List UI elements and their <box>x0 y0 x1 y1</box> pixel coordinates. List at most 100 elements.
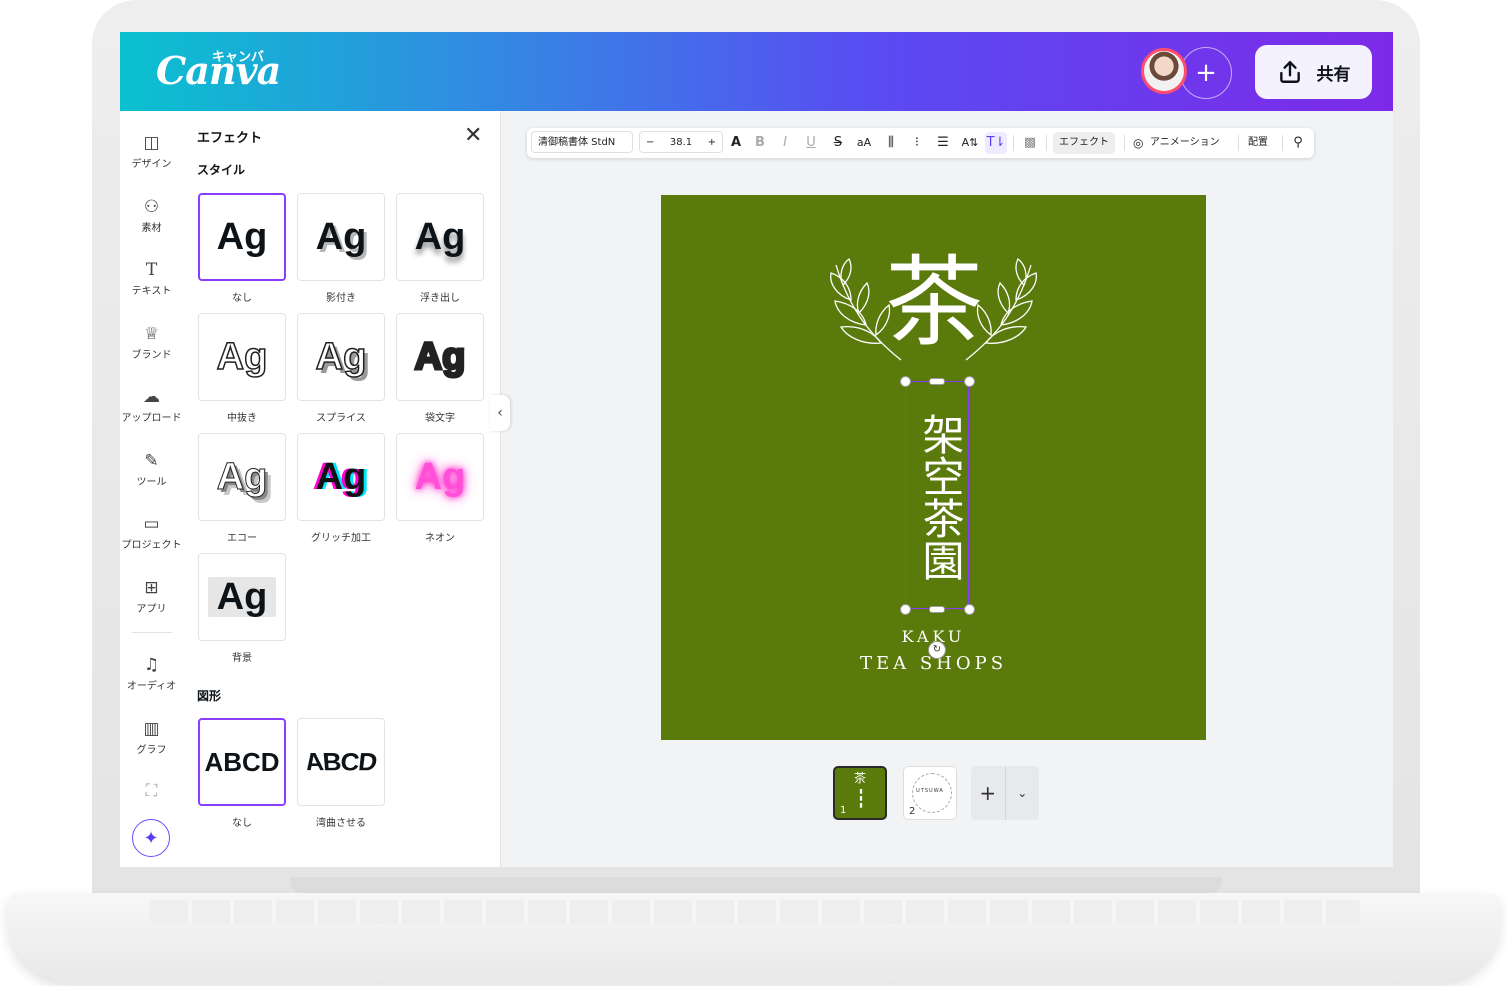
collapse-panel-chevron-icon[interactable]: ‹ <box>490 395 510 431</box>
style-tile-splice[interactable]: Ag <box>297 313 385 401</box>
shape-tile-none[interactable]: ABCD <box>198 718 286 806</box>
size-plus-button[interactable]: + <box>708 132 716 152</box>
audio-icon: ♫ <box>143 655 160 675</box>
style-tile-shadow[interactable]: Ag <box>297 193 385 281</box>
spacing-icon[interactable]: ☰ <box>932 128 954 158</box>
style-tile-glitch[interactable]: Ag <box>297 433 385 521</box>
resize-handle[interactable] <box>964 376 975 387</box>
vertical-text-icon[interactable]: A⇅ <box>959 128 981 158</box>
add-page-plus-icon[interactable]: + <box>971 766 1005 820</box>
style-label: 影付き <box>326 293 356 304</box>
list-icon[interactable]: ⁝ <box>906 128 928 158</box>
font-size-value[interactable]: 38.1 <box>670 132 692 152</box>
italic-icon[interactable]: I <box>774 128 796 158</box>
page-2-preview: UTSUWA <box>916 788 944 794</box>
font-select[interactable]: 清御稿書体 StdN <box>531 131 633 153</box>
page-1-preview: 茶 <box>853 771 866 785</box>
page-thumbnail-1[interactable]: 茶 ▮ ▮ ▮ 1 <box>833 766 887 820</box>
magic-sparkle-icon[interactable]: ✦ <box>132 819 170 857</box>
rail-label: ツール <box>136 477 167 488</box>
style-label: エコー <box>227 533 257 544</box>
left-rail: ◫ デザイン ⚇ 素材 T テキスト ♕ ブランド ☁ アップロード ✎ ツール… <box>120 111 184 867</box>
resize-handle-bottom[interactable] <box>929 606 945 613</box>
text-direction-icon[interactable]: T⇂ <box>985 132 1007 154</box>
resize-handle[interactable] <box>900 604 911 615</box>
style-tile-background[interactable]: Ag <box>198 553 286 641</box>
copy-style-icon[interactable]: ⚲ <box>1287 128 1309 158</box>
align-icon[interactable]: ⫼ <box>880 128 902 158</box>
size-minus-button[interactable]: − <box>646 132 654 152</box>
close-icon[interactable]: ✕ <box>464 123 482 148</box>
design-canvas[interactable]: 茶 架空茶園 KAKU TEA SHOPS ↻ <box>661 195 1206 740</box>
style-tile-hollow[interactable]: Ag <box>198 313 286 401</box>
style-tile-outline[interactable]: Ag <box>396 313 484 401</box>
top-bar: Canva キャンバ + 共有 <box>120 32 1393 111</box>
page-1-vertical-mark: ▮ ▮ ▮ <box>859 788 863 809</box>
laptop-hinge <box>290 877 1222 893</box>
style-sample-background: Ag <box>208 577 276 617</box>
style-tile-none[interactable]: Ag <box>198 193 286 281</box>
style-tile-echo[interactable]: Ag <box>198 433 286 521</box>
style-label: 背景 <box>232 653 252 664</box>
rail-item-projects[interactable]: ▭ プロジェクト <box>120 512 183 551</box>
share-label: 共有 <box>1316 64 1351 85</box>
rail-item-design[interactable]: ◫ デザイン <box>120 131 183 170</box>
style-tile-lift[interactable]: Ag <box>396 193 484 281</box>
rail-item-elements[interactable]: ⚇ 素材 <box>120 195 183 234</box>
brand-icon: ♕ <box>143 324 160 344</box>
chart-icon: ▥ <box>143 719 160 739</box>
resize-handle-top[interactable] <box>929 378 945 385</box>
bold-icon[interactable]: B <box>749 128 771 158</box>
style-tile-neon[interactable]: Ag <box>396 433 484 521</box>
effects-button[interactable]: エフェクト <box>1053 132 1115 154</box>
case-icon[interactable]: aA <box>853 128 875 158</box>
rail-label: アップロード <box>121 413 182 424</box>
shape-section-label: 図形 <box>197 689 222 703</box>
animate-button[interactable]: アニメーション <box>1144 132 1226 154</box>
font-size-stepper[interactable]: − 38.1 + <box>639 131 723 153</box>
rail-label: テキスト <box>131 286 172 297</box>
page-number: 1 <box>840 805 847 816</box>
share-button[interactable]: 共有 <box>1255 45 1372 99</box>
rail-item-image-edit[interactable]: ⛶ <box>120 779 183 803</box>
logo-kana: キャンバ <box>212 50 265 65</box>
tea-kanji[interactable]: 茶 <box>875 243 993 363</box>
toolbar-divider <box>1046 135 1047 151</box>
resize-handle[interactable] <box>900 376 911 387</box>
transparency-icon[interactable]: ▩ <box>1019 128 1041 158</box>
rail-label: プロジェクト <box>121 540 182 551</box>
underline-icon[interactable]: U <box>800 128 822 158</box>
strikethrough-icon[interactable]: S <box>827 128 849 158</box>
shape-tile-curve[interactable]: ABCD <box>297 718 385 806</box>
toolbar-divider <box>1282 135 1283 151</box>
rotate-icon[interactable]: ↻ <box>928 641 946 659</box>
style-section-label: スタイル <box>197 163 246 177</box>
rail-item-audio[interactable]: ♫ オーディオ <box>120 653 183 692</box>
selection-box <box>905 381 969 609</box>
toolbar-divider <box>1013 135 1014 151</box>
rail-label: グラフ <box>136 745 167 756</box>
avatar[interactable] <box>1141 48 1187 94</box>
rail-item-apps[interactable]: ⊞ アプリ <box>120 576 183 615</box>
image-edit-icon: ⛶ <box>145 781 158 801</box>
page-number: 2 <box>909 806 916 817</box>
rail-item-tools[interactable]: ✎ ツール <box>120 449 183 488</box>
rail-divider <box>132 632 172 633</box>
design-icon: ◫ <box>143 133 160 153</box>
add-collaborator-button[interactable]: + <box>1180 47 1232 99</box>
page-thumbnail-2[interactable]: UTSUWA 2 <box>903 766 957 820</box>
panel-title: エフェクト <box>197 131 263 146</box>
apps-icon: ⊞ <box>144 578 159 598</box>
rail-item-brand[interactable]: ♕ ブランド <box>120 322 183 361</box>
rail-item-upload[interactable]: ☁ アップロード <box>120 385 183 424</box>
text-color-icon[interactable]: A <box>725 128 747 158</box>
rail-item-text[interactable]: T テキスト <box>120 258 183 297</box>
chevron-down-icon[interactable]: ⌄ <box>1004 766 1040 820</box>
position-button[interactable]: 配置 <box>1242 132 1274 154</box>
resize-handle[interactable] <box>964 604 975 615</box>
rail-item-chart[interactable]: ▥ グラフ <box>120 717 183 756</box>
rail-label: 素材 <box>141 223 162 234</box>
style-label: ネオン <box>425 533 455 544</box>
effects-panel: エフェクト ✕ スタイル Ag なし Ag 影付き Ag 浮き出し Ag 中抜き… <box>183 111 501 867</box>
draw-icon: ✎ <box>144 451 159 471</box>
